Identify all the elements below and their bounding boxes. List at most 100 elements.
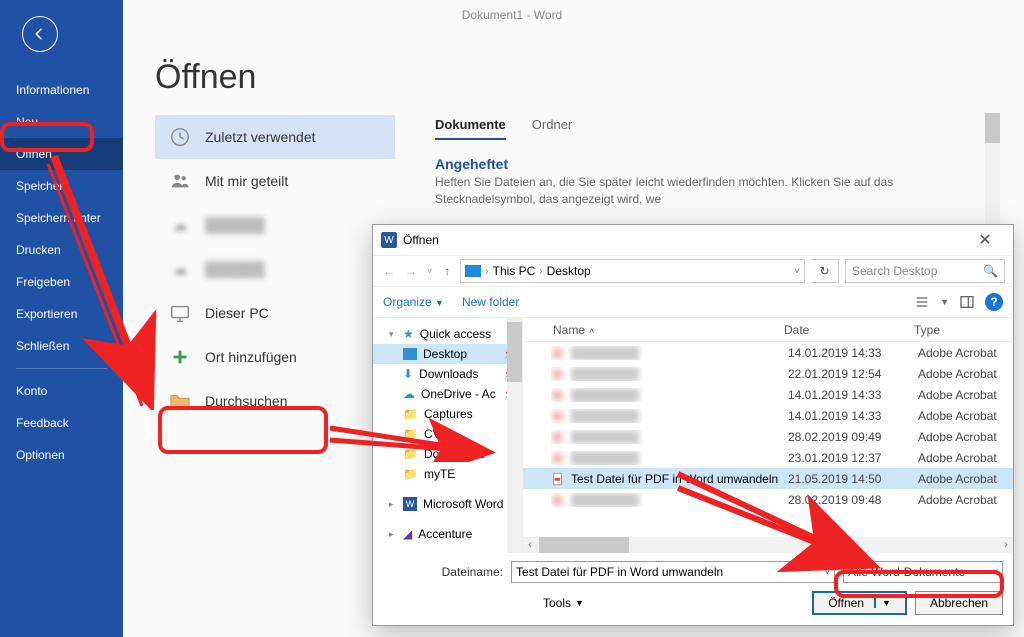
open-sources: Zuletzt verwendet Mit mir geteilt ☁█████… [155, 115, 395, 423]
cancel-button[interactable]: Abbrechen [915, 591, 1003, 615]
tree-dok[interactable]: 📁Dokumente [373, 444, 522, 464]
sidebar-item-save[interactable]: Speichern [0, 170, 123, 202]
source-redacted-1[interactable]: ☁██████ [155, 203, 395, 247]
label: Durchsuchen [205, 393, 288, 409]
back-button[interactable] [22, 16, 58, 52]
tab-folders[interactable]: Ordner [532, 117, 572, 140]
sidebar-item-account[interactable]: Konto [0, 375, 123, 407]
pdf-icon [551, 367, 565, 381]
file-list-pane: Name˄ Date Type ████████14.01.2019 14:33… [523, 318, 1013, 553]
file-row[interactable]: ████████14.01.2019 14:33Adobe Acrobat [523, 384, 1013, 405]
open-button[interactable]: Öffnen▼ [812, 591, 907, 615]
sidebar-item-new[interactable]: Neu [0, 106, 123, 138]
search-box[interactable]: Search Desktop 🔍 [845, 259, 1005, 283]
sidebar-item-saveas[interactable]: Speichern unter [0, 202, 123, 234]
pdf-icon [551, 493, 565, 507]
label: Dieser PC [205, 305, 269, 321]
backstage-sidebar: Informationen Neu Öffnen Speichern Speic… [0, 0, 123, 637]
file-row[interactable]: ████████28.02.2019 09:48Adobe Acrobat [523, 489, 1013, 510]
tree-downloads[interactable]: ⬇Downloads📌 [373, 364, 522, 384]
nav-back-button[interactable]: ← [381, 264, 397, 278]
source-addplace[interactable]: Ort hinzufügen [155, 335, 395, 379]
tab-documents[interactable]: Dokumente [435, 117, 506, 140]
view-mode-button[interactable] [914, 294, 930, 310]
pdf-icon [551, 430, 565, 444]
source-recent[interactable]: Zuletzt verwendet [155, 115, 395, 159]
arrow-left-icon [31, 25, 49, 43]
drive-icon [465, 265, 481, 277]
pinned-text: Heften Sie Dateien an, die Sie später le… [435, 174, 984, 208]
folder-icon [169, 390, 191, 412]
source-shared[interactable]: Mit mir geteilt [155, 159, 395, 203]
crumb-thispc[interactable]: This PC [493, 264, 536, 278]
tree-onedrive[interactable]: ☁OneDrive - Ac📌 [373, 384, 522, 404]
search-icon: 🔍 [983, 264, 998, 278]
sidebar-item-info[interactable]: Informationen [0, 74, 123, 106]
open-split-dropdown[interactable]: ▼ [874, 598, 891, 608]
people-icon [169, 170, 191, 192]
file-hscrollbar[interactable]: ‹› [523, 537, 1013, 553]
sidebar-item-close[interactable]: Schließen [0, 330, 123, 362]
dialog-nav: ← → ˅ ↑ › This PC › Desktop ˅ ↻ Search D… [373, 255, 1013, 287]
tree-captures[interactable]: 📁Captures [373, 404, 522, 424]
new-folder-button[interactable]: New folder [462, 295, 519, 309]
sidebar-item-open[interactable]: Öffnen [0, 138, 123, 170]
source-browse[interactable]: Durchsuchen [155, 379, 395, 423]
nav-up-button[interactable]: ↑ [440, 264, 454, 278]
dialog-title: Öffnen [403, 233, 439, 247]
tree-accenture[interactable]: ▸◢Accenture [373, 524, 522, 544]
tree-cvs[interactable]: 📁CVs [373, 424, 522, 444]
help-button[interactable]: ? [985, 293, 1003, 311]
filetype-filter[interactable]: Alle Word-Dokumente˅ [843, 561, 1003, 583]
tree-onedrive2[interactable]: ▸☁OneDrive - Accent [373, 552, 522, 553]
tree-msword[interactable]: ▸WMicrosoft Word [373, 494, 522, 514]
app-title-bar: Dokument1 - Word [0, 0, 1024, 30]
nav-history-button[interactable]: ˅ [425, 266, 434, 276]
view-dropdown[interactable]: ▼ [940, 297, 949, 307]
source-thispc[interactable]: Dieser PC [155, 291, 395, 335]
tree-scrollbar[interactable] [507, 318, 522, 553]
tree-desktop[interactable]: Desktop📌 [373, 344, 522, 364]
file-row[interactable]: ████████14.01.2019 14:33Adobe Acrobat [523, 342, 1013, 363]
breadcrumb[interactable]: › This PC › Desktop ˅ [460, 259, 805, 283]
clock-icon [169, 126, 191, 148]
pdf-icon [551, 388, 565, 402]
pc-icon [169, 302, 191, 324]
pinned-header: Angeheftet [435, 156, 984, 172]
label: Mit mir geteilt [205, 173, 288, 189]
tree-myte[interactable]: 📁myTE [373, 464, 522, 484]
sidebar-item-options[interactable]: Optionen [0, 439, 123, 471]
source-redacted-2[interactable]: ☁██████ [155, 247, 395, 291]
pdf-icon [551, 346, 565, 360]
crumb-desktop[interactable]: Desktop [547, 264, 591, 278]
file-row[interactable]: ████████23.01.2019 12:37Adobe Acrobat [523, 447, 1013, 468]
nav-fwd-button[interactable]: → [403, 264, 419, 278]
dialog-footer: Dateiname: Test Datei für PDF in Word um… [373, 553, 1013, 625]
tree-quickaccess[interactable]: ▾★Quick access [373, 324, 522, 344]
file-row[interactable]: ████████22.01.2019 12:54Adobe Acrobat [523, 363, 1013, 384]
dialog-titlebar: W Öffnen ✕ [373, 225, 1013, 255]
column-headers[interactable]: Name˄ Date Type [523, 318, 1013, 342]
organize-menu[interactable]: Organize ▼ [383, 295, 444, 309]
label: Ort hinzufügen [205, 349, 297, 365]
refresh-button[interactable]: ↻ [811, 259, 839, 283]
cloud-icon: ☁ [169, 214, 191, 236]
dialog-close-button[interactable]: ✕ [965, 230, 1005, 250]
preview-pane-button[interactable] [959, 294, 975, 310]
sidebar-item-feedback[interactable]: Feedback [0, 407, 123, 439]
sidebar-item-print[interactable]: Drucken [0, 234, 123, 266]
file-row[interactable]: ████████14.01.2019 14:33Adobe Acrobat [523, 405, 1013, 426]
plus-icon [169, 346, 191, 368]
pdf-icon [551, 472, 565, 486]
sidebar-item-export[interactable]: Exportieren [0, 298, 123, 330]
filename-input[interactable]: Test Datei für PDF in Word umwandeln˅ [511, 561, 835, 583]
chevron-right-icon: › [539, 266, 542, 277]
tools-menu[interactable]: Tools▼ [543, 596, 584, 610]
sidebar-item-share[interactable]: Freigeben [0, 266, 123, 298]
cloud-icon: ☁ [169, 258, 191, 280]
search-placeholder: Search Desktop [852, 264, 937, 278]
pdf-icon [551, 451, 565, 465]
file-row[interactable]: Test Datei für PDF in Word umwandeln21.0… [523, 468, 1013, 489]
file-row[interactable]: ████████28.02.2019 09:49Adobe Acrobat [523, 426, 1013, 447]
chevron-down-icon[interactable]: ˅ [794, 266, 800, 277]
